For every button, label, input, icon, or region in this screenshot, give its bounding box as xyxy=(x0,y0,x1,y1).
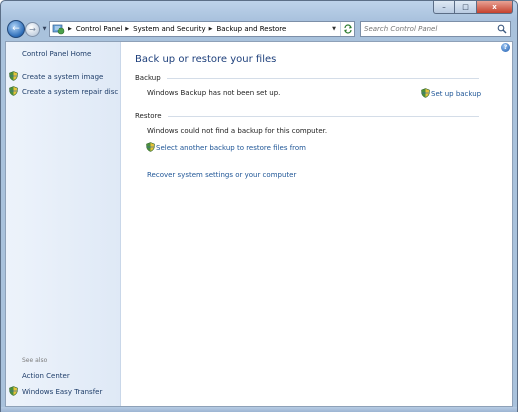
action-center-link[interactable]: Action Center xyxy=(22,372,70,380)
section-heading-label: Restore xyxy=(135,112,162,120)
set-up-backup-link[interactable]: Set up backup xyxy=(421,88,481,100)
close-button[interactable]: x xyxy=(477,1,513,14)
back-arrow-icon[interactable]: ← xyxy=(7,20,25,38)
backup-restore-window: – □ x ← → ▼ ▶ Control Panel ▶ System and… xyxy=(0,0,518,412)
windows-easy-transfer-link[interactable]: Windows Easy Transfer xyxy=(9,386,102,398)
maximize-button[interactable]: □ xyxy=(455,1,477,14)
navigation-bar: ← → ▼ ▶ Control Panel ▶ System and Secur… xyxy=(5,18,515,40)
control-panel-icon xyxy=(52,23,65,35)
restore-status-text: Windows could not find a backup for this… xyxy=(147,127,328,135)
section-divider xyxy=(166,77,479,79)
breadcrumb-separator: ▶ xyxy=(68,26,72,32)
uac-shield-icon xyxy=(421,88,430,100)
recent-pages-dropdown[interactable]: ▼ xyxy=(41,24,48,35)
breadcrumb-backup-and-restore[interactable]: Backup and Restore xyxy=(216,25,286,33)
search-input[interactable] xyxy=(361,22,495,36)
select-another-backup-link[interactable]: Select another backup to restore files f… xyxy=(146,142,306,154)
breadcrumb-separator: ▶ xyxy=(125,26,130,32)
see-also-heading: See also xyxy=(22,357,48,364)
task-sidebar: Control Panel Home Create a system image xyxy=(6,42,121,406)
link-label: Select another backup to restore files f… xyxy=(156,144,306,152)
task-label: Create a system image xyxy=(22,73,104,81)
uac-shield-icon xyxy=(146,142,155,154)
search-box xyxy=(360,21,511,37)
forward-arrow-icon[interactable]: → xyxy=(25,22,40,37)
task-label: Windows Easy Transfer xyxy=(22,388,103,396)
recover-system-settings-link[interactable]: Recover system settings or your computer xyxy=(147,171,296,179)
create-system-repair-disc-link[interactable]: Create a system repair disc xyxy=(9,86,118,98)
caption-buttons: – □ x xyxy=(433,1,513,14)
task-label: Create a system repair disc xyxy=(22,88,119,96)
window-bottom-border xyxy=(1,407,517,412)
link-label: Set up backup xyxy=(431,90,482,98)
breadcrumb-system-and-security[interactable]: System and Security xyxy=(133,25,205,33)
uac-shield-icon xyxy=(9,386,18,398)
main-panel: ? Back up or restore your files Backup W… xyxy=(122,42,512,406)
address-dropdown[interactable]: ▼ xyxy=(328,22,340,36)
backup-status-text: Windows Backup has not been set up. xyxy=(147,89,281,97)
search-icon[interactable] xyxy=(497,24,507,34)
help-icon[interactable]: ? xyxy=(501,43,510,52)
control-panel-home-link[interactable]: Control Panel Home xyxy=(22,50,91,58)
section-divider xyxy=(167,115,479,117)
breadcrumb-separator: ▶ xyxy=(208,26,213,32)
breadcrumb-control-panel[interactable]: Control Panel xyxy=(76,25,122,33)
uac-shield-icon xyxy=(9,71,18,83)
create-system-image-link[interactable]: Create a system image xyxy=(9,71,103,83)
page-title: Back up or restore your files xyxy=(135,54,277,65)
restore-section-heading: Restore xyxy=(135,112,479,120)
section-heading-label: Backup xyxy=(135,74,161,82)
minimize-button[interactable]: – xyxy=(433,1,455,14)
address-bar[interactable]: ▶ Control Panel ▶ System and Security ▶ … xyxy=(49,21,355,37)
content-area: Control Panel Home Create a system image xyxy=(5,41,513,407)
breadcrumb-label: Backup and Restore xyxy=(216,25,287,33)
backup-section-heading: Backup xyxy=(135,74,479,82)
refresh-icon[interactable] xyxy=(340,22,354,36)
breadcrumb-label: Control Panel xyxy=(75,25,123,33)
breadcrumb-label: System and Security xyxy=(133,25,206,33)
uac-shield-icon xyxy=(9,86,18,98)
